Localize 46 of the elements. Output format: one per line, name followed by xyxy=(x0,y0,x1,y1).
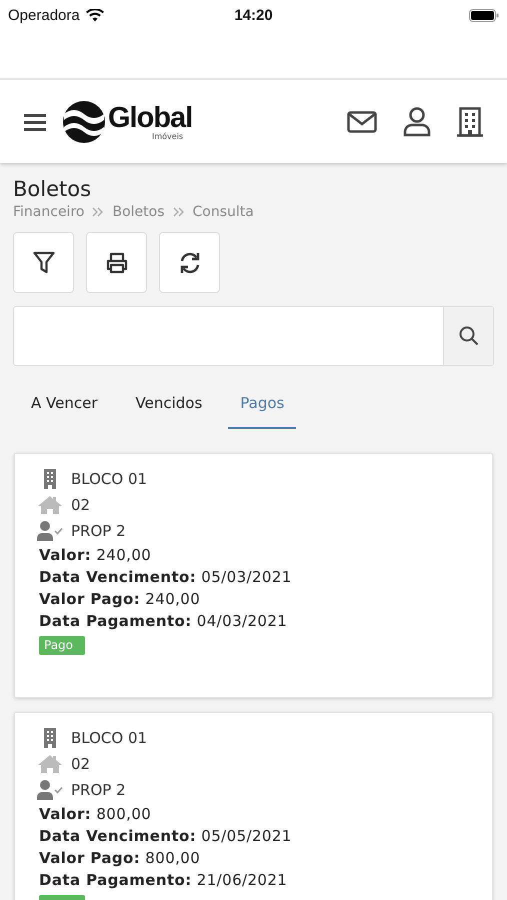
battery-icon xyxy=(469,8,499,22)
menu-icon[interactable] xyxy=(24,112,46,130)
double-chevron-icon xyxy=(92,207,104,217)
bill-detail: Data Pagamento: 21/06/2021 xyxy=(39,870,288,891)
building-icon[interactable] xyxy=(457,106,483,136)
search-button[interactable] xyxy=(443,307,493,365)
double-chevron-icon xyxy=(172,207,184,217)
refresh-button[interactable] xyxy=(159,232,220,293)
unit-number: 02 xyxy=(71,496,90,514)
user-check-icon xyxy=(37,780,63,800)
mail-icon[interactable] xyxy=(347,110,377,132)
owner-name: PROP 2 xyxy=(71,781,126,799)
tab[interactable]: Vencidos xyxy=(124,380,214,429)
unit-number: 02 xyxy=(71,755,90,773)
house-icon xyxy=(37,755,63,773)
bill-detail: Data Vencimento: 05/05/2021 xyxy=(39,826,293,847)
brand-subtitle: Imóveis xyxy=(152,132,184,140)
house-icon xyxy=(37,496,63,514)
user-check-icon xyxy=(37,521,63,541)
bill-detail: Data Vencimento: 05/03/2021 xyxy=(39,567,293,588)
search-icon xyxy=(458,326,478,346)
clock-time: 14:20 xyxy=(234,6,273,24)
block-name: BLOCO 01 xyxy=(71,470,148,488)
block-name: BLOCO 01 xyxy=(71,729,148,747)
wifi-icon xyxy=(86,8,104,22)
owner-name: PROP 2 xyxy=(71,522,126,540)
bill-detail: Valor: 240,00 xyxy=(39,545,152,566)
bill-card[interactable]: BLOCO 01 02 PROP 2 Valor: 800,00 Data Vencimento: 05/05/2021 Valor Pago: 800,00 Data Pagamento: 21/06/2021 xyxy=(14,712,493,900)
search-field[interactable] xyxy=(13,306,494,366)
page-title: Boletos xyxy=(13,177,92,201)
bill-card[interactable]: BLOCO 01 02 PROP 2 Valor: 240,00 Data Vencimento: 05/03/2021 Valor Pago: 240,00 Data Pagamento: 04/03/2021 Pago xyxy=(14,453,493,698)
bill-detail: Data Pagamento: 04/03/2021 xyxy=(39,611,288,632)
tab[interactable]: A Vencer xyxy=(19,380,110,429)
bill-detail: Valor Pago: 240,00 xyxy=(39,589,202,610)
bill-detail: Valor: 800,00 xyxy=(39,804,152,825)
print-button[interactable] xyxy=(86,232,147,293)
brand-name: Global xyxy=(108,102,192,132)
waves-logo-icon xyxy=(62,100,106,144)
carrier-name: Operadora xyxy=(8,6,80,24)
printer-icon xyxy=(106,252,128,274)
filter-icon xyxy=(32,250,54,274)
bill-detail: Valor Pago: 800,00 xyxy=(39,848,202,869)
tab[interactable]: Pagos xyxy=(228,380,296,429)
status-badge: Pago xyxy=(39,636,85,655)
user-icon[interactable] xyxy=(403,106,431,136)
filter-button[interactable] xyxy=(13,232,74,293)
